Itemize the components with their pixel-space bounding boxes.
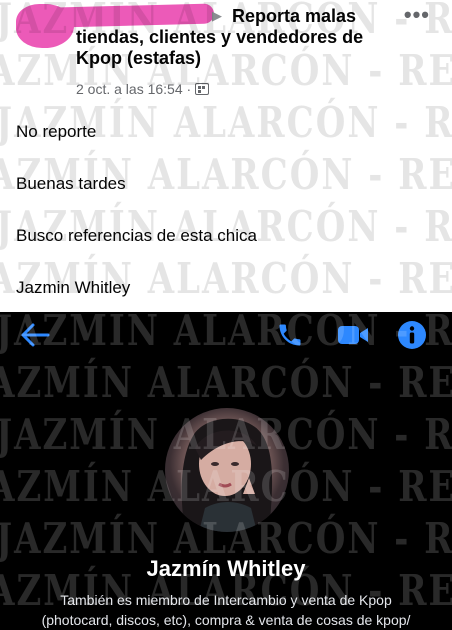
more-horizontal-icon[interactable]: ••• [404, 2, 430, 28]
messenger-top-bar [0, 312, 452, 358]
post-text-line: No reporte [16, 122, 97, 141]
group-name-link[interactable]: Reporta malas tiendas, clientes y vended… [76, 6, 396, 69]
video-camera-icon[interactable] [337, 323, 369, 347]
group-icon [195, 83, 210, 95]
post-text-line: Buenas tardes [16, 174, 126, 193]
profile-name: Jazmín Whitley [146, 556, 306, 581]
post-text-line: Jazmin Whitley [16, 278, 131, 297]
bio-line: También es miembro de Intercambio y vent… [60, 592, 392, 608]
messenger-profile: Jazmín Whitley También es miembro de Int… [0, 312, 452, 628]
back-arrow-icon[interactable] [20, 322, 50, 348]
profile-groups-info: También es miembro de Intercambio y vent… [0, 590, 452, 630]
info-icon[interactable] [397, 320, 427, 350]
post-text-line: Busco referencias de esta chica [16, 226, 257, 245]
post-header: ▶ Reporta malas tiendas, clientes y vend… [0, 0, 452, 102]
timestamp-text: 2 oct. a las 16:54 · [76, 81, 192, 97]
post-timestamp[interactable]: 2 oct. a las 16:54 · [76, 81, 210, 97]
group-post: ▶ Reporta malas tiendas, clientes y vend… [0, 0, 452, 312]
avatar-photo [181, 418, 273, 532]
profile-avatar[interactable] [165, 408, 289, 532]
bio-line: (photocard, discos, etc), compra & venta… [41, 612, 411, 628]
phone-icon[interactable] [276, 321, 304, 349]
